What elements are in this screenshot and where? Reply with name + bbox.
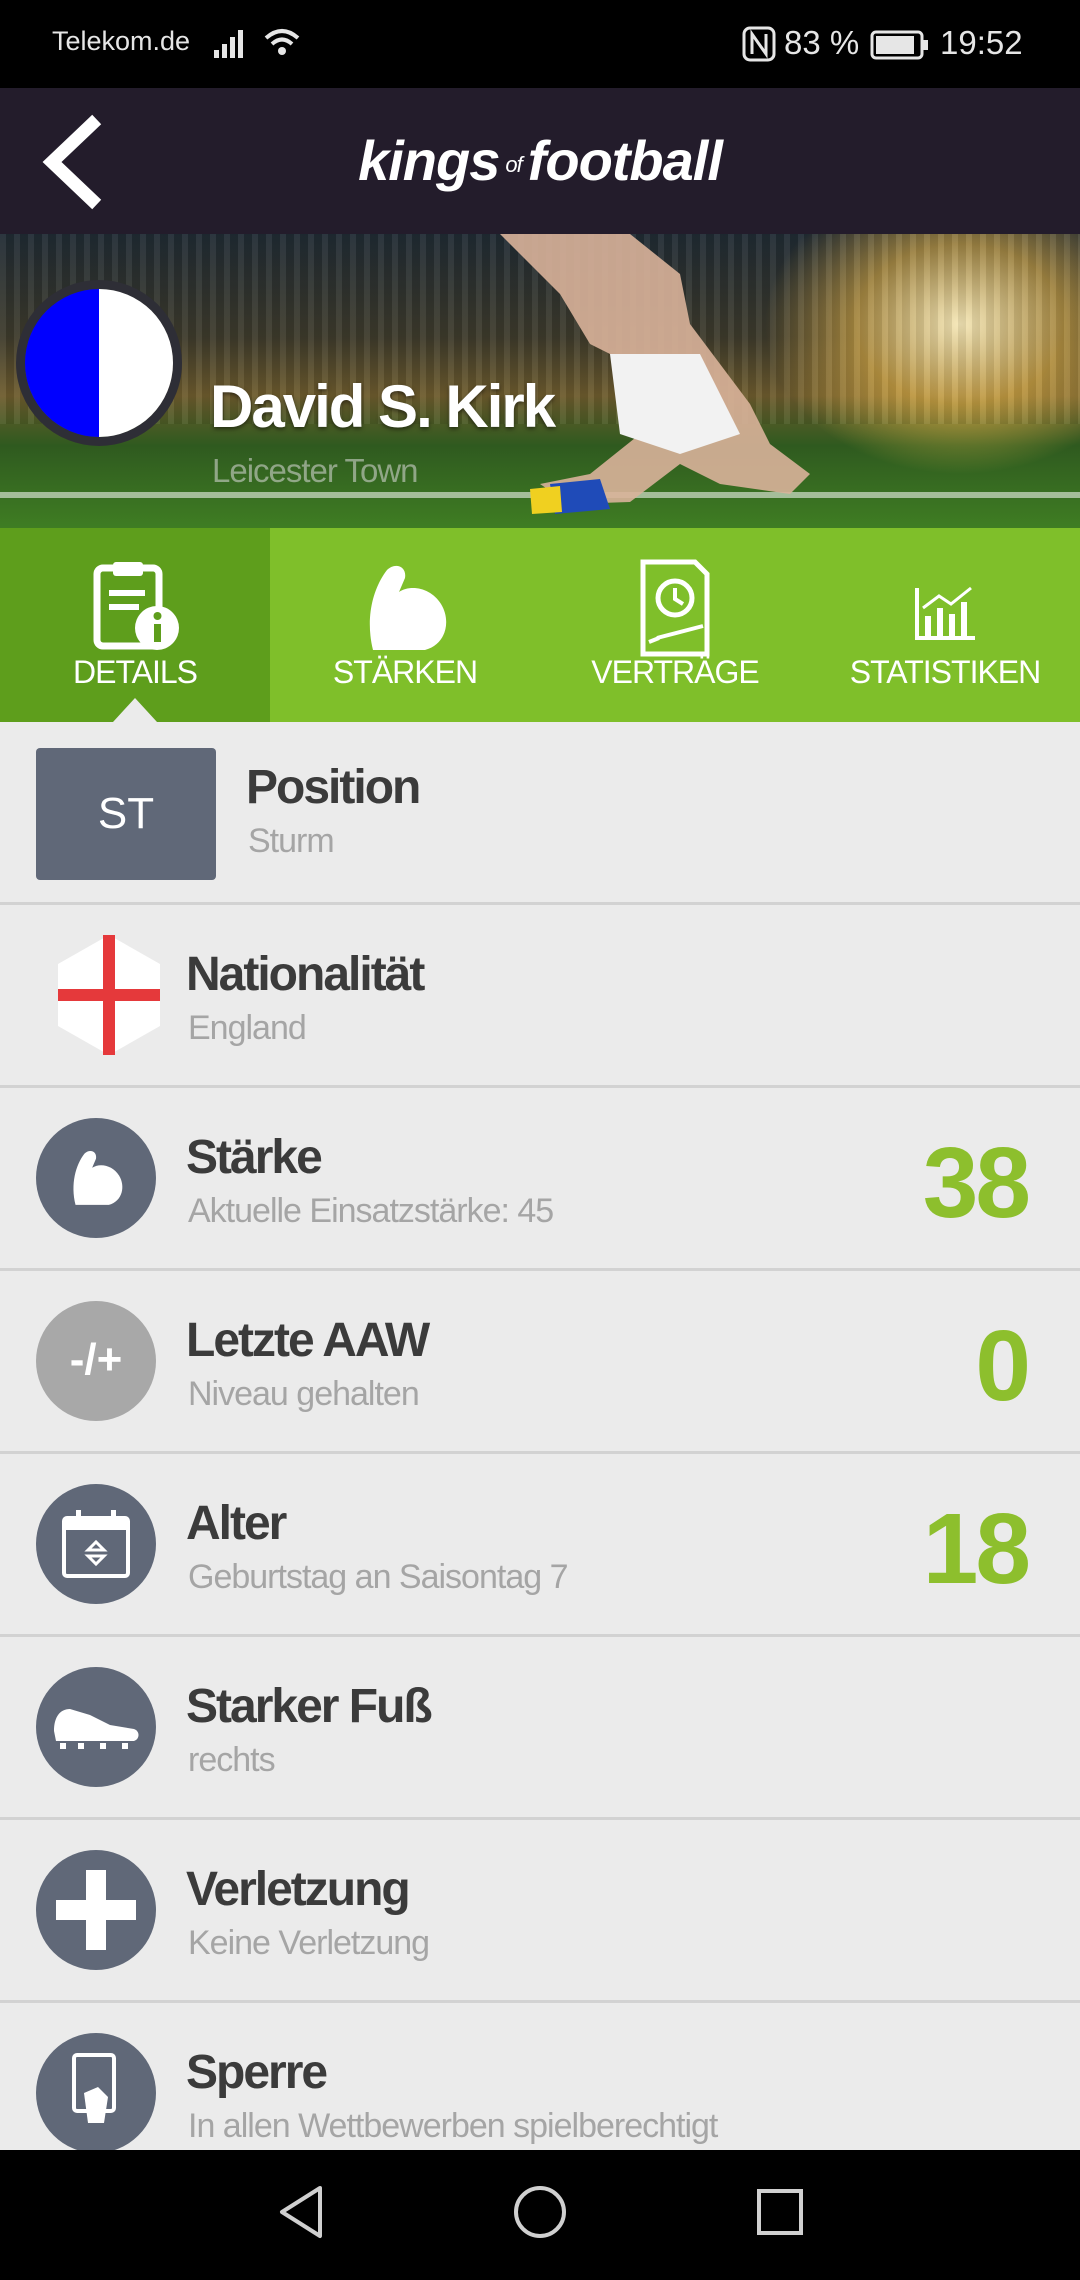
club-name[interactable]: Leicester Town [212,452,419,490]
nationality-row[interactable]: Nationalität England [0,905,1080,1088]
boot-icon [54,1709,139,1749]
row-subtitle: In allen Wettbewerben spielberechtigt [188,2107,718,2145]
position-badge: ST [36,748,216,880]
injury-row[interactable]: Verletzung Keine Verletzung [0,1820,1080,2003]
back-icon[interactable] [272,2182,332,2242]
tab-statistiken[interactable]: STATISTIKEN [810,528,1080,722]
row-title: Letzte AAW [186,1314,430,1367]
aaw-value: 0 [975,1310,1031,1422]
club-color-right [99,289,173,437]
calendar-icon-circle [36,1484,156,1604]
tab-bar: DETAILS STÄRKEN VERTRÄGE STATISTIKEN [0,528,1080,722]
battery-percent: 83 % [784,24,860,61]
age-row[interactable]: Alter Geburtstag an Saisontag 7 18 [0,1454,1080,1637]
row-title: Verletzung [186,1863,411,1916]
player-hero: David S. Kirk Leicester Town [0,234,1080,528]
player-name: David S. Kirk [210,373,556,440]
battery-icon [870,30,928,60]
calendar-icon [62,1510,130,1578]
logo-football: football [527,129,723,192]
contract-icon [640,559,710,657]
row-title: Starker Fuß [186,1680,433,1733]
minus-plus-text: -/+ [69,1335,123,1384]
nfc-icon [742,26,776,62]
england-flag-icon [58,935,160,1055]
tab-staerken[interactable]: STÄRKEN [270,528,540,722]
strength-icon-circle [36,1118,156,1238]
carrier-label: Telekom.de [52,26,191,56]
wifi-icon [264,29,300,55]
row-subtitle: Aktuelle Einsatzstärke: 45 [188,1192,554,1230]
active-tab-indicator [113,698,157,722]
strong-foot-row[interactable]: Starker Fuß rechts [0,1637,1080,1820]
app-header: kings of football [0,88,1080,234]
row-title: Alter [186,1497,287,1550]
row-subtitle: Keine Verletzung [188,1924,430,1962]
last-aaw-row[interactable]: -/+ Letzte AAW Niveau gehalten 0 [0,1271,1080,1454]
strength-value: 38 [922,1127,1031,1239]
flexed-arm-icon [369,565,447,650]
age-value: 18 [922,1493,1031,1605]
details-list: ST Position Sturm Nationalität England S… [0,722,1080,2150]
strength-row[interactable]: Stärke Aktuelle Einsatzstärke: 45 38 [0,1088,1080,1271]
app-logo: kings of football [0,128,1080,193]
flexed-arm-icon [73,1151,123,1205]
club-color-left [25,289,99,437]
row-subtitle: Sturm [248,822,335,860]
row-subtitle: Niveau gehalten [188,1375,420,1413]
row-title: Sperre [186,2046,328,2099]
recents-icon[interactable] [750,2182,810,2242]
minus-plus-icon: -/+ [36,1301,156,1421]
suspension-row[interactable]: Sperre In allen Wettbewerben spielberech… [0,2003,1080,2150]
home-icon[interactable] [510,2182,570,2242]
tab-vertraege-label: VERTRÄGE [591,654,759,690]
card-icon [72,2053,116,2123]
club-avatar [16,280,182,446]
row-title: Position [246,761,421,814]
status-bar: Telekom.de 83 % 19:52 [0,0,1080,88]
card-icon-circle [36,2033,156,2150]
navigation-bar [0,2150,1080,2280]
cross-icon-circle [36,1850,156,1970]
row-title: Nationalität [186,948,425,1001]
row-subtitle: rechts [188,1741,276,1779]
tab-details-label: DETAILS [73,654,198,690]
row-title: Stärke [186,1131,323,1184]
boot-icon-circle [36,1667,156,1787]
tab-details[interactable]: DETAILS [0,528,270,722]
clipboard-info-icon [93,562,179,650]
row-subtitle: England [188,1009,307,1047]
tab-vertraege[interactable]: VERTRÄGE [540,528,810,722]
signal-icon [214,30,243,58]
tab-staerken-label: STÄRKEN [332,654,478,690]
clock: 19:52 [940,24,1023,61]
position-row[interactable]: ST Position Sturm [0,722,1080,905]
cross-icon [56,1870,136,1950]
logo-of: of [505,152,522,178]
chart-icon [915,586,975,640]
tab-statistiken-label: STATISTIKEN [849,654,1042,690]
row-subtitle: Geburtstag an Saisontag 7 [188,1558,568,1596]
logo-kings: kings [358,129,500,192]
